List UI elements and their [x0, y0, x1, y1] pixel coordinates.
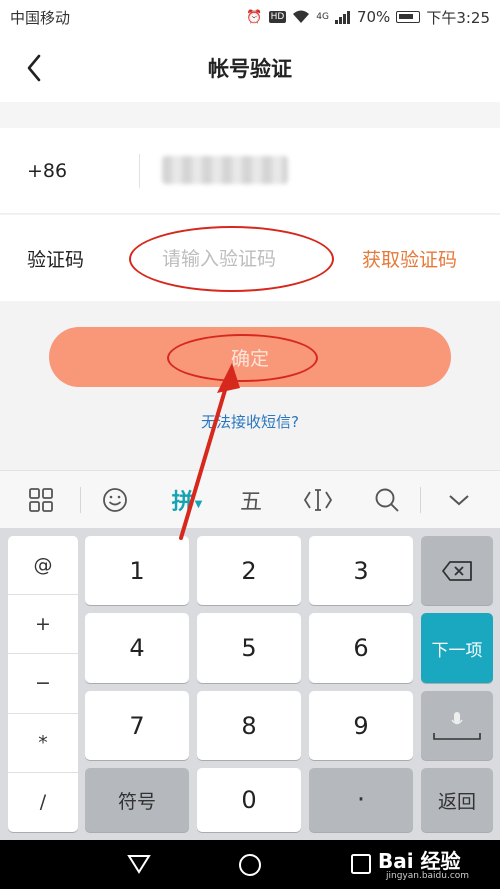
symbol-column: @ + − * /: [8, 536, 78, 832]
status-icons: ⏰ HD 4G 70% 下午3:25: [246, 7, 490, 28]
key-1[interactable]: 1: [85, 536, 189, 605]
signal-icon: [334, 11, 350, 24]
microphone-icon: [451, 711, 463, 724]
status-bar: 中国移动 ⏰ HD 4G 70% 下午3:25: [0, 0, 500, 34]
back-triangle-icon[interactable]: [126, 853, 152, 875]
back-arrow-icon[interactable]: [22, 52, 48, 84]
verification-code-row: 验证码 获取验证码: [0, 215, 500, 301]
baidu-watermark: Bai 经验: [378, 849, 461, 873]
navigation-bar: 帐号验证: [0, 34, 500, 102]
numeric-keyboard: @ + − * / 1 2 3 4 5 6 下一项 7 8 9 符号 0 · 返…: [0, 528, 500, 840]
backspace-icon: [442, 560, 472, 581]
wubi-mode-button[interactable]: 五: [232, 471, 270, 529]
battery-percent: 70%: [356, 8, 391, 26]
voice-space-key[interactable]: [421, 691, 493, 760]
key-3[interactable]: 3: [309, 536, 413, 605]
pinyin-label: 拼: [171, 490, 194, 515]
grid-menu-icon[interactable]: [22, 471, 60, 529]
toolbar-divider: [80, 487, 81, 513]
key-5[interactable]: 5: [197, 613, 301, 683]
verification-code-label: 验证码: [27, 248, 85, 271]
key-0[interactable]: 0: [197, 768, 301, 832]
page-title: 帐号验证: [208, 57, 292, 81]
return-key[interactable]: 返回: [421, 768, 493, 832]
row-divider: [139, 154, 140, 188]
get-verification-code-button[interactable]: 获取验证码: [362, 245, 457, 272]
toolbar-divider: [420, 487, 421, 513]
cursor-move-icon[interactable]: [298, 471, 338, 529]
country-code[interactable]: +86: [0, 160, 140, 182]
recents-square-icon[interactable]: [350, 853, 372, 875]
ime-toolbar: 拼 ▼ 五: [0, 470, 500, 528]
key-minus[interactable]: −: [8, 654, 78, 714]
pinyin-mode-button[interactable]: 拼 ▼: [162, 471, 212, 529]
key-2[interactable]: 2: [197, 536, 301, 605]
dot-key[interactable]: ·: [309, 768, 413, 832]
home-circle-icon[interactable]: [237, 852, 263, 878]
section-spacer: [0, 102, 500, 128]
alarm-icon: ⏰: [246, 9, 263, 25]
phone-number-blurred: [162, 156, 288, 184]
network-type: 4G: [316, 12, 329, 22]
battery-icon: [396, 11, 421, 23]
confirm-button[interactable]: 确定: [49, 327, 451, 387]
wubi-label: 五: [239, 490, 262, 515]
key-7[interactable]: 7: [85, 691, 189, 760]
wifi-icon: [293, 10, 310, 23]
key-slash[interactable]: /: [8, 773, 78, 832]
collapse-keyboard-icon[interactable]: [440, 471, 478, 529]
hd-badge: HD: [268, 11, 287, 23]
next-field-key[interactable]: 下一项: [421, 613, 493, 683]
pinyin-dropdown-icon: ▼: [194, 498, 203, 510]
emoji-icon[interactable]: [96, 471, 134, 529]
key-asterisk[interactable]: *: [8, 714, 78, 773]
search-icon[interactable]: [368, 471, 406, 529]
phone-row: +86: [0, 128, 500, 214]
key-4[interactable]: 4: [85, 613, 189, 683]
key-8[interactable]: 8: [197, 691, 301, 760]
space-bar-icon: [433, 732, 481, 740]
key-9[interactable]: 9: [309, 691, 413, 760]
key-plus[interactable]: +: [8, 595, 78, 655]
clock: 下午3:25: [426, 8, 490, 27]
symbols-key[interactable]: 符号: [85, 768, 189, 832]
verification-code-input[interactable]: [162, 245, 322, 273]
carrier-label: 中国移动: [10, 8, 71, 27]
baidu-watermark-url: jingyan.baidu.com: [386, 871, 470, 881]
cannot-receive-sms-link[interactable]: 无法接收短信?: [0, 411, 500, 432]
key-6[interactable]: 6: [309, 613, 413, 683]
backspace-key[interactable]: [421, 536, 493, 605]
key-at[interactable]: @: [8, 536, 78, 596]
